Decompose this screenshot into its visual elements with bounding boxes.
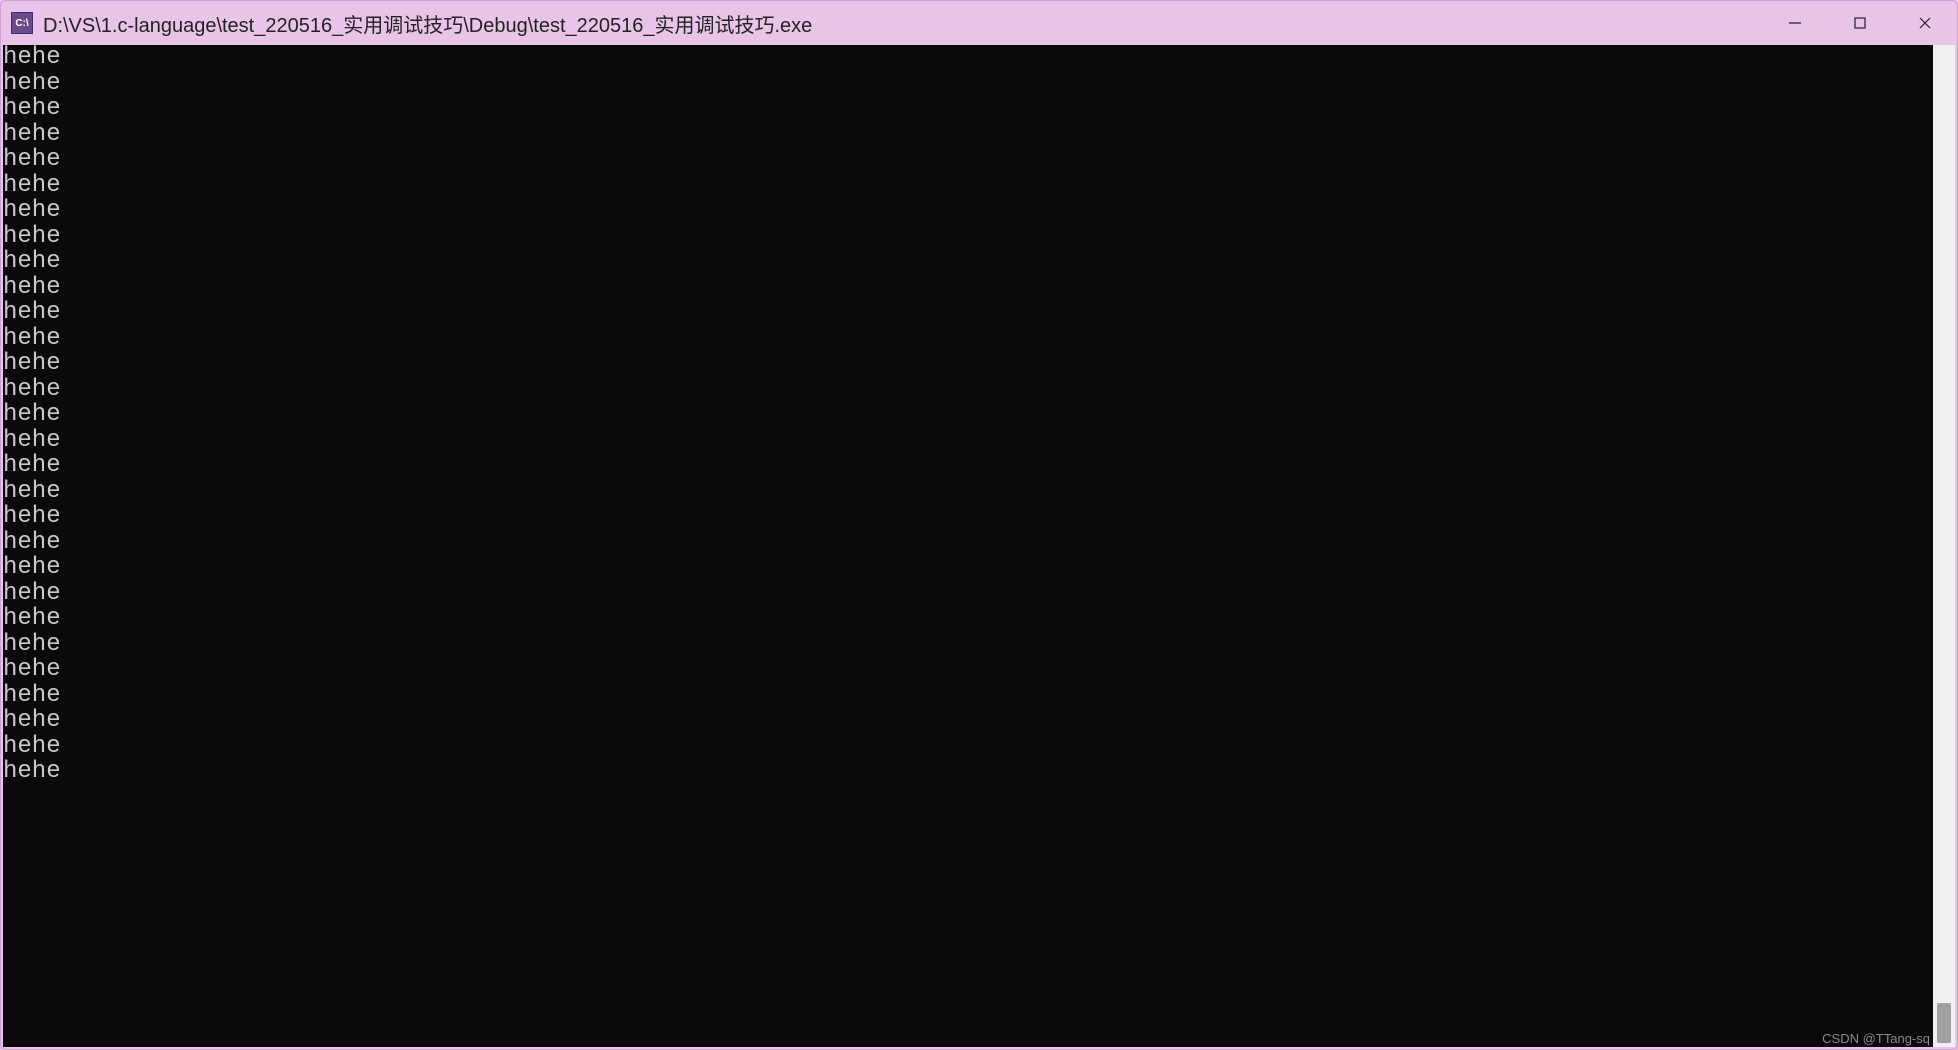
vertical-scrollbar[interactable] — [1933, 45, 1955, 1047]
console-line: hehe — [3, 479, 1933, 505]
app-icon: C:\ — [11, 12, 33, 34]
console-line: hehe — [3, 632, 1933, 658]
console-line: hehe — [3, 147, 1933, 173]
console-area: hehehehehehehehehehehehehehehehehehehehe… — [1, 45, 1957, 1049]
close-icon — [1918, 16, 1932, 30]
console-line: hehe — [3, 428, 1933, 454]
console-line: hehe — [3, 606, 1933, 632]
console-line: hehe — [3, 173, 1933, 199]
console-line: hehe — [3, 402, 1933, 428]
console-line: hehe — [3, 351, 1933, 377]
titlebar[interactable]: C:\ D:\VS\1.c-language\test_220516_实用调试技… — [1, 1, 1957, 45]
console-line: hehe — [3, 122, 1933, 148]
minimize-button[interactable] — [1762, 1, 1827, 45]
console-line: hehe — [3, 96, 1933, 122]
console-line: hehe — [3, 734, 1933, 760]
console-line: hehe — [3, 504, 1933, 530]
console-line: hehe — [3, 224, 1933, 250]
console-line: hehe — [3, 198, 1933, 224]
window-title: D:\VS\1.c-language\test_220516_实用调试技巧\De… — [43, 9, 1762, 38]
maximize-button[interactable] — [1827, 1, 1892, 45]
console-line: hehe — [3, 326, 1933, 352]
console-line: hehe — [3, 683, 1933, 709]
close-button[interactable] — [1892, 1, 1957, 45]
console-line: hehe — [3, 657, 1933, 683]
console-window: C:\ D:\VS\1.c-language\test_220516_实用调试技… — [0, 0, 1958, 1050]
maximize-icon — [1853, 16, 1867, 30]
console-line: hehe — [3, 708, 1933, 734]
console-line: hehe — [3, 71, 1933, 97]
console-line: hehe — [3, 530, 1933, 556]
console-line: hehe — [3, 759, 1933, 785]
console-line: hehe — [3, 555, 1933, 581]
console-line: hehe — [3, 300, 1933, 326]
console-line: hehe — [3, 249, 1933, 275]
console-output[interactable]: hehehehehehehehehehehehehehehehehehehehe… — [3, 45, 1933, 1047]
console-line: hehe — [3, 275, 1933, 301]
window-controls — [1762, 1, 1957, 45]
console-line: hehe — [3, 377, 1933, 403]
minimize-icon — [1788, 16, 1802, 30]
console-line: hehe — [3, 581, 1933, 607]
console-line: hehe — [3, 453, 1933, 479]
watermark-text: CSDN @TTang-sq — [1822, 1031, 1930, 1046]
scrollbar-thumb[interactable] — [1937, 1003, 1951, 1043]
console-line: hehe — [3, 45, 1933, 71]
